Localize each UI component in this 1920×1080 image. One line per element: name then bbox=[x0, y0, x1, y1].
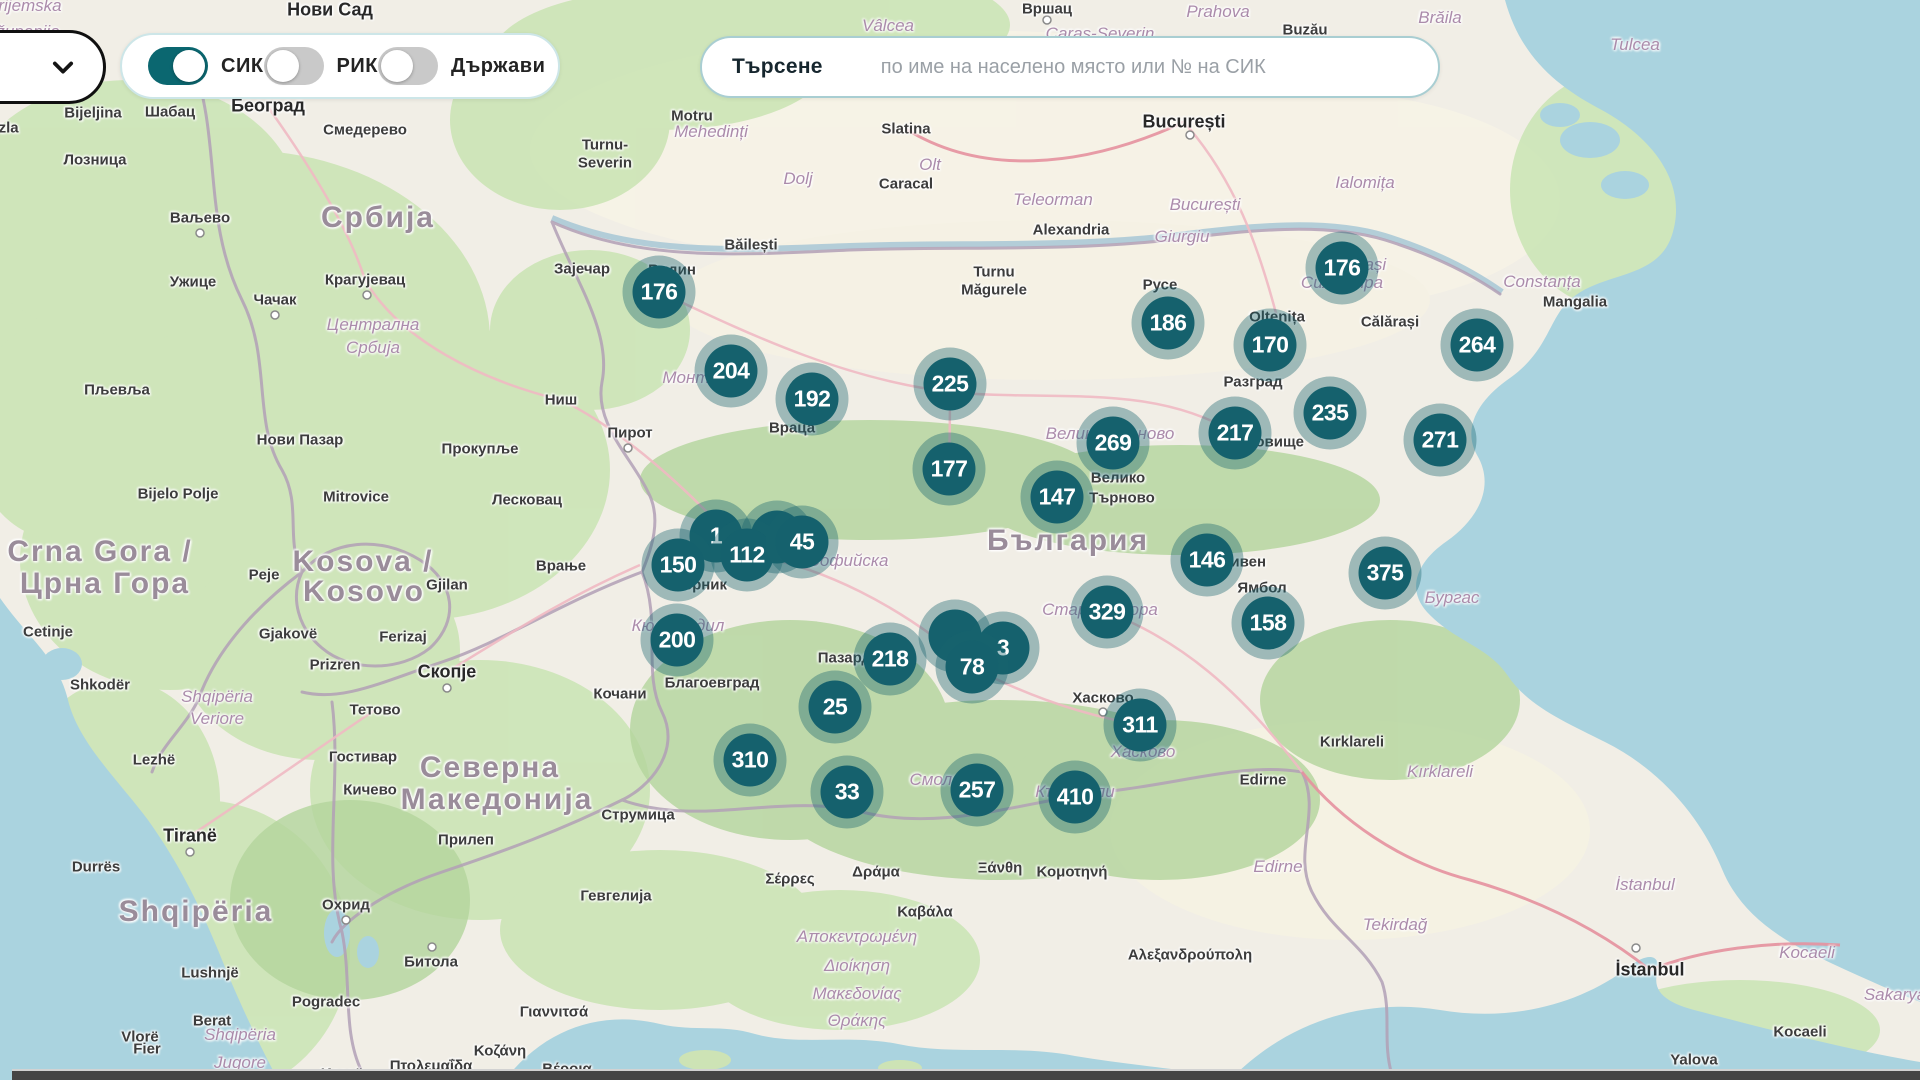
toggle-track[interactable] bbox=[264, 47, 324, 85]
cluster-marker[interactable]: 25 bbox=[809, 681, 862, 734]
cluster-marker[interactable]: 218 bbox=[864, 633, 917, 686]
cluster-marker[interactable]: 170 bbox=[1244, 319, 1297, 372]
search-input[interactable] bbox=[879, 55, 1422, 80]
search-bar[interactable]: Търсене bbox=[700, 36, 1440, 98]
bottom-edge-bar bbox=[12, 1069, 1920, 1080]
search-label: Търсене bbox=[732, 55, 823, 79]
cluster-count: 204 bbox=[713, 358, 750, 385]
cluster-count: 235 bbox=[1312, 400, 1349, 427]
cluster-count: 33 bbox=[835, 779, 860, 806]
layer-toggle[interactable]: Държави bbox=[378, 47, 545, 85]
cluster-marker[interactable]: 176 bbox=[1316, 242, 1369, 295]
toggle-label: РИК bbox=[337, 55, 378, 78]
cluster-count: 176 bbox=[641, 279, 678, 306]
cluster-count: 264 bbox=[1459, 332, 1496, 359]
cluster-count: 112 bbox=[729, 542, 765, 569]
layer-dropdown-button[interactable] bbox=[0, 30, 106, 104]
cluster-marker[interactable]: 235 bbox=[1304, 387, 1357, 440]
cluster-marker[interactable]: 78 bbox=[946, 641, 999, 694]
cluster-count: 3 bbox=[997, 635, 1009, 662]
cluster-count: 1 bbox=[710, 523, 722, 550]
layer-toggle[interactable]: СИК bbox=[148, 47, 264, 85]
cluster-marker[interactable]: 158 bbox=[1242, 597, 1295, 650]
layer-toggle-bar: СИК РИК Държави bbox=[120, 33, 560, 99]
cluster-count: 177 bbox=[931, 456, 968, 483]
cluster-count: 78 bbox=[960, 654, 985, 681]
cluster-count: 45 bbox=[790, 529, 815, 556]
cluster-count: 186 bbox=[1150, 310, 1187, 337]
cluster-count: 271 bbox=[1422, 427, 1459, 454]
cluster-count: 375 bbox=[1367, 560, 1404, 587]
cluster-count: 257 bbox=[959, 777, 996, 804]
cluster-count: 147 bbox=[1039, 484, 1076, 511]
cluster-count: 158 bbox=[1250, 610, 1287, 637]
cluster-count: 310 bbox=[732, 747, 769, 774]
cluster-count: 176 bbox=[1324, 255, 1361, 282]
cluster-marker[interactable]: 375 bbox=[1359, 547, 1412, 600]
cluster-count: 170 bbox=[1252, 332, 1289, 359]
cluster-marker[interactable]: 410 bbox=[1049, 771, 1102, 824]
cluster-marker[interactable]: 147 bbox=[1031, 471, 1084, 524]
cluster-marker[interactable]: 186 bbox=[1142, 297, 1195, 350]
cluster-marker[interactable]: 112 bbox=[721, 529, 774, 582]
cluster-markers: 176 204 192 225 177 147 186 176 170 264 … bbox=[0, 0, 1920, 1080]
cluster-marker[interactable]: 217 bbox=[1209, 407, 1262, 460]
cluster-count: 269 bbox=[1095, 430, 1132, 457]
toggle-knob bbox=[267, 50, 299, 82]
cluster-marker[interactable]: 310 bbox=[724, 734, 777, 787]
toggle-label: Държави bbox=[451, 55, 545, 78]
cluster-count: 217 bbox=[1217, 420, 1254, 447]
cluster-count: 150 bbox=[660, 552, 697, 579]
cluster-marker[interactable]: 329 bbox=[1081, 586, 1134, 639]
cluster-marker[interactable]: 200 bbox=[651, 614, 704, 667]
cluster-count: 200 bbox=[659, 627, 696, 654]
cluster-marker[interactable]: 176 bbox=[633, 266, 686, 319]
cluster-count: 329 bbox=[1089, 599, 1126, 626]
toggle-track[interactable] bbox=[378, 47, 438, 85]
cluster-marker[interactable]: 192 bbox=[786, 373, 839, 426]
toggle-track[interactable] bbox=[148, 47, 208, 85]
toggle-knob bbox=[381, 50, 413, 82]
cluster-marker[interactable]: 225 bbox=[924, 358, 977, 411]
cluster-count: 410 bbox=[1057, 784, 1094, 811]
toggle-label: СИК bbox=[221, 55, 264, 78]
cluster-marker[interactable]: 150 bbox=[652, 539, 705, 592]
cluster-count: 311 bbox=[1122, 712, 1158, 739]
cluster-marker[interactable]: 257 bbox=[951, 764, 1004, 817]
cluster-marker[interactable]: 146 bbox=[1181, 534, 1234, 587]
cluster-count: 225 bbox=[932, 371, 969, 398]
cluster-count: 25 bbox=[823, 694, 848, 721]
chevron-down-icon bbox=[49, 53, 77, 81]
layer-toggle[interactable]: РИК bbox=[264, 47, 378, 85]
cluster-marker[interactable]: 45 bbox=[776, 516, 829, 569]
cluster-marker[interactable]: 311 bbox=[1114, 699, 1167, 752]
cluster-count: 218 bbox=[872, 646, 909, 673]
cluster-marker[interactable]: 269 bbox=[1087, 417, 1140, 470]
cluster-count: 146 bbox=[1189, 547, 1226, 574]
cluster-marker[interactable]: 33 bbox=[821, 766, 874, 819]
cluster-marker[interactable]: 204 bbox=[705, 345, 758, 398]
map-app: СрбијаБългарияCrna Gora /Црна ГораKosova… bbox=[0, 0, 1920, 1080]
cluster-marker[interactable]: 264 bbox=[1451, 319, 1504, 372]
cluster-marker[interactable]: 177 bbox=[923, 443, 976, 496]
cluster-count: 192 bbox=[794, 386, 831, 413]
toggle-knob bbox=[173, 50, 205, 82]
cluster-marker[interactable]: 271 bbox=[1414, 414, 1467, 467]
